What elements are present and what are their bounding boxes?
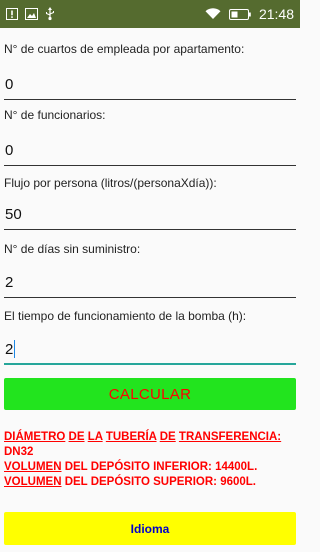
language-button-label: Idioma: [130, 521, 170, 536]
lower-tank-volume: VOLUMEN DEL DEPÓSITO INFERIOR: 14400L.: [4, 460, 298, 475]
warning-icon: [6, 8, 18, 20]
flow-per-person-input[interactable]: 50: [4, 200, 296, 230]
days-without-supply-value: 2: [5, 274, 14, 291]
pipe-diameter-value: DN32: [4, 446, 34, 458]
result-word: TRANSFERENCIA:: [178, 431, 282, 443]
rooms-per-apartment-value: 0: [5, 76, 14, 93]
result-word: TUBERÍA: [105, 431, 157, 443]
language-button[interactable]: Idioma: [4, 512, 296, 545]
pump-hours-label: El tiempo de funcionamiento de la bomba …: [4, 309, 247, 323]
flow-per-person-value: 50: [5, 206, 22, 223]
result-word: DE: [159, 431, 176, 443]
status-icons-left: [6, 7, 55, 21]
calculate-button[interactable]: CALCULAR: [4, 378, 296, 410]
upper-tank-volume: VOLUMEN DEL DEPÓSITO SUPERIOR: 9600L.: [4, 475, 298, 490]
status-time: 21:48: [258, 6, 294, 22]
image-icon: [25, 8, 38, 20]
pipe-diameter-heading: DIÁMETRO DE LA TUBERÍA DE TRANSFERENCIA:: [4, 430, 298, 445]
result-word: LA: [87, 431, 103, 443]
flow-per-person-label: Flujo por persona (litros/(personaXdía))…: [4, 176, 217, 190]
results-panel: DIÁMETRO DE LA TUBERÍA DE TRANSFERENCIA:…: [4, 430, 298, 490]
rooms-per-apartment-label: N° de cuartos de empleada por apartament…: [4, 42, 245, 56]
wifi-icon: [205, 8, 221, 20]
result-word: VOLUMEN: [4, 461, 62, 473]
pump-hours-input[interactable]: 2: [4, 335, 296, 365]
calculate-button-label: CALCULAR: [108, 385, 192, 403]
pump-hours-value: 2: [5, 340, 14, 358]
rooms-per-apartment-input[interactable]: 0: [4, 70, 296, 100]
days-without-supply-input[interactable]: 2: [4, 268, 296, 298]
result-text: DEL DEPÓSITO INFERIOR: 14400L.: [64, 461, 258, 473]
result-word: VOLUMEN: [4, 476, 62, 488]
result-text: DEL DEPÓSITO SUPERIOR: 9600L.: [64, 476, 256, 488]
days-without-supply-label: N° de días sin suministro:: [4, 242, 141, 256]
status-icons-right: 21:48: [205, 6, 294, 22]
employees-label: N° de funcionarios:: [4, 108, 106, 122]
employees-input[interactable]: 0: [4, 136, 296, 166]
result-word: DIÁMETRO: [4, 431, 66, 443]
employees-value: 0: [5, 142, 14, 159]
status-bar: 21:48: [0, 0, 300, 28]
result-word: DE: [68, 431, 85, 443]
usb-icon: [45, 7, 55, 21]
text-cursor: [14, 340, 16, 358]
battery-icon: [228, 8, 251, 20]
